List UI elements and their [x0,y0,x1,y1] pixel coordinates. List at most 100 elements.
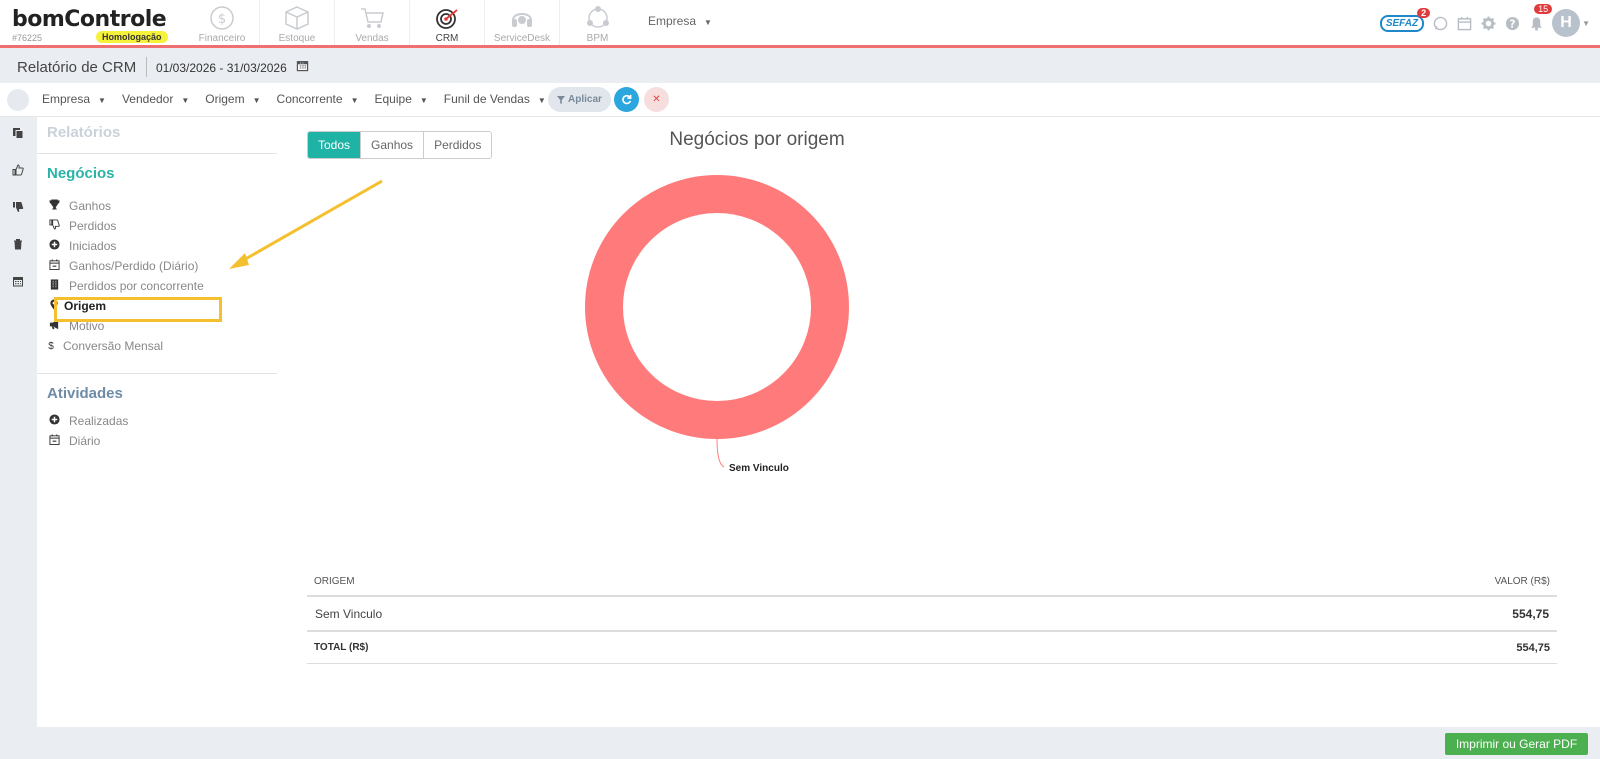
column-header-origin: ORIGEM [314,575,355,587]
chart-title: Negócios por origem [669,129,845,150]
caret-down-icon: ▼ [419,96,428,105]
filters: Empresa ▼ Vendedor ▼ Origem ▼ Concorrente ▼ … [42,92,562,106]
divider [37,373,277,374]
origin-table: ORIGEM VALOR (R$) Sem Vinculo 554,75 TOT… [307,567,1557,664]
calendar-icon[interactable] [1456,15,1472,31]
calendar-icon[interactable] [296,59,309,75]
thumbs-up-icon[interactable] [11,164,25,178]
company-id: #76225 [12,33,43,43]
module-label: Estoque [278,33,316,44]
module-crm[interactable]: CRM [410,0,485,45]
filter-vendedor[interactable]: Vendedor ▼ [122,92,189,106]
menu-item-ganhos[interactable]: Ganhos [47,197,111,215]
copy-icon[interactable] [11,127,25,141]
tab-ganhos[interactable]: Ganhos [361,132,425,158]
help-icon[interactable]: ? [1504,15,1520,31]
logo-text: bomControle [12,7,167,32]
page-title: Relatório de CRM [17,59,137,76]
filter-funil-de-vendas[interactable]: Funil de Vendas ▼ [444,92,546,106]
left-icon-rail [0,117,37,759]
filter-funnel-icon [557,95,566,104]
menu-item-iniciados[interactable]: Iniciados [47,237,116,255]
gear-icon[interactable] [1480,15,1496,31]
notifications-button[interactable]: 15 [1528,4,1553,31]
calendar-minus-icon [47,259,61,273]
close-icon: ✕ [652,94,661,105]
module-servicedesk[interactable]: ServiceDesk [485,0,560,45]
filter-equipe[interactable]: Equipe ▼ [375,92,428,106]
menu-item-realizadas[interactable]: Realizadas [47,412,128,430]
module-nav: $ Financeiro Estoque Vendas CRM ServiceD… [185,0,635,45]
trophy-icon [47,199,61,213]
menu-item-label: Perdidos por concorrente [69,279,204,293]
module-estoque[interactable]: Estoque [260,0,335,45]
trash-icon[interactable] [11,238,25,252]
apply-filters-button[interactable]: Aplicar [548,87,611,112]
filter-label: Concorrente [276,92,343,106]
filter-label: Empresa [42,92,91,106]
caret-down-icon: ▼ [181,96,190,105]
menu-item-label: Iniciados [69,239,117,253]
collapse-toggle-icon[interactable] [7,89,29,111]
bell-icon [1530,16,1542,31]
filter-empresa[interactable]: Empresa ▼ [42,92,106,106]
slice-leader-line [716,438,725,468]
environment-badge: Homologação [96,31,168,43]
divider [146,57,147,77]
total-label: TOTAL (R$) [314,642,369,653]
menu-item-label: Realizadas [69,414,129,428]
module-label: Financeiro [198,33,246,44]
filter-label: Funil de Vendas [443,92,530,106]
filter-origem[interactable]: Origem ▼ [205,92,260,106]
top-navbar: bomControle #76225 Homologação $ Finance… [0,0,1600,48]
menu-item-ganhos-perdido-diario[interactable]: Ganhos/Perdido (Diário) [47,257,198,275]
clear-filters-button[interactable]: ✕ [644,87,669,112]
dollar-icon: $ [48,340,54,352]
table-row: Sem Vinculo 554,75 [307,597,1557,632]
app-logo[interactable]: bomControle #76225 Homologação [12,8,172,44]
thumbs-down-icon [47,219,61,233]
print-pdf-button[interactable]: Imprimir ou Gerar PDF [1445,733,1588,755]
module-bpm[interactable]: BPM [560,0,635,45]
sefaz-button[interactable]: SEFAZ 2 [1379,7,1431,32]
plus-circle-icon [47,239,61,253]
row-origin: Sem Vinculo [315,606,383,621]
apply-label: Aplicar [568,94,602,105]
filter-bar: Empresa ▼ Vendedor ▼ Origem ▼ Concorrente ▼ … [0,83,1600,117]
company-selector[interactable]: Empresa ▼ [648,14,712,28]
total-value: 554,75 [1516,641,1550,654]
module-label: ServiceDesk [493,33,551,44]
column-header-value: VALOR (R$) [1494,575,1550,587]
caret-down-icon: ▼ [350,96,359,105]
module-financeiro[interactable]: $ Financeiro [185,0,260,45]
table-header: ORIGEM VALOR (R$) [307,567,1557,597]
menu-item-perdidos[interactable]: Perdidos [47,217,116,235]
menu-item-label: Conversão Mensal [63,339,164,353]
target-icon [436,9,458,29]
pie-slice[interactable] [585,175,849,439]
svg-text:?: ? [1509,18,1515,30]
menu-item-diario[interactable]: Diário [47,432,100,450]
module-label: CRM [435,33,459,44]
module-vendas[interactable]: Vendas [335,0,410,45]
caret-down-icon[interactable]: ▼ [1582,19,1590,28]
whatsapp-icon[interactable] [1432,15,1448,31]
thumbs-down-icon[interactable] [11,201,25,215]
filter-concorrente[interactable]: Concorrente ▼ [277,92,359,106]
menu-item-perdidos-por-concorrente[interactable]: Perdidos por concorrente [47,277,204,295]
page-header: Relatório de CRM 01/03/2026 - 31/03/2026 [0,51,1600,83]
tab-todos[interactable]: Todos [308,132,362,158]
sefaz-count-badge: 2 [1417,7,1431,18]
refresh-button[interactable] [614,87,639,112]
cart-icon [361,8,384,28]
calendar-icon[interactable] [11,275,25,289]
menu-item-label: Ganhos/Perdido (Diário) [69,259,199,273]
filter-label: Origem [205,92,245,106]
caret-down-icon: ▼ [252,96,261,105]
user-avatar[interactable]: H [1552,9,1581,37]
donut-chart: Sem Vinculo [585,175,849,474]
menu-item-conversao-mensal[interactable]: $ Conversão Mensal [47,337,163,355]
tab-perdidos[interactable]: Perdidos [424,132,492,158]
date-range[interactable]: 01/03/2026 - 31/03/2026 [156,61,287,75]
divider [37,153,277,154]
